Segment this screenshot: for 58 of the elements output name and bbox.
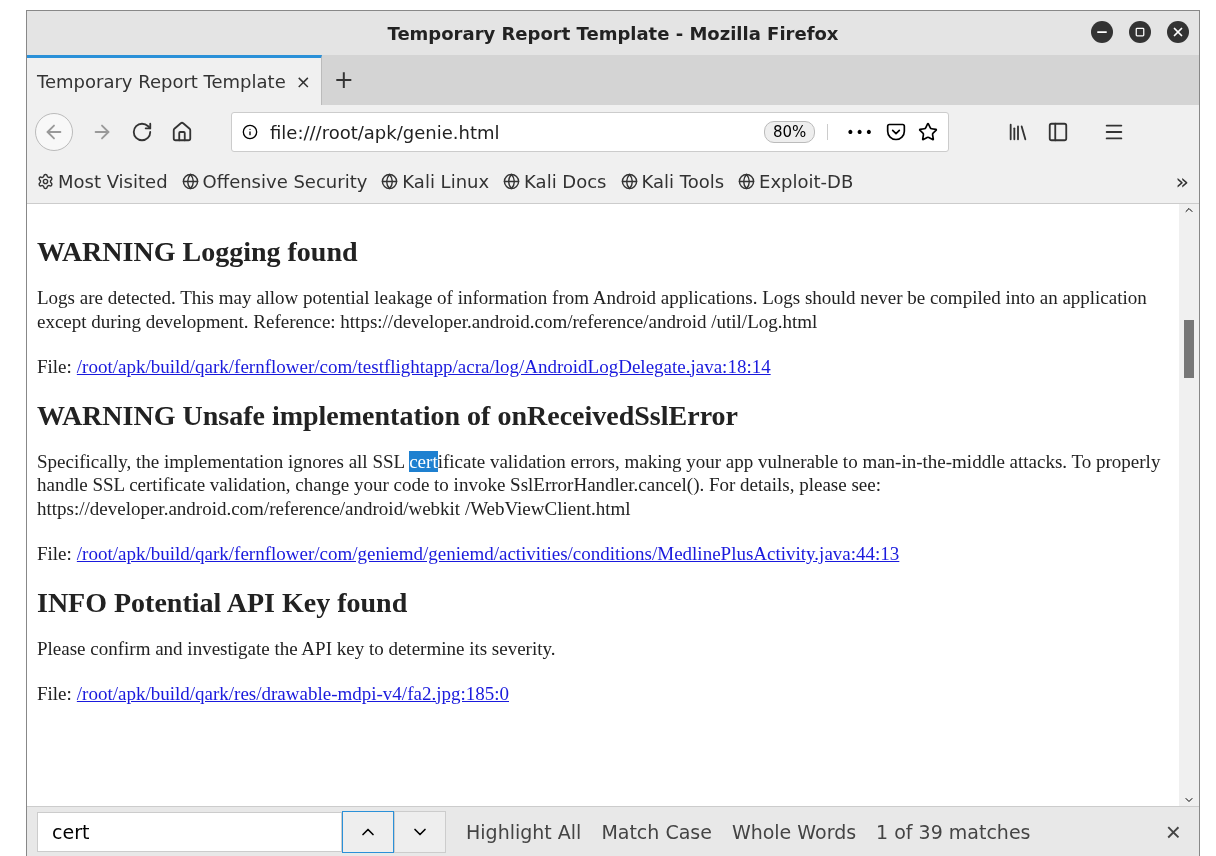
bookmark[interactable]: Most Visited: [37, 170, 168, 192]
file-link[interactable]: /root/apk/build/qark/fernflower/com/geniemd/geniemd/activities/conditions/MedlinePlusActivity.java:44:13: [76, 542, 900, 565]
match-count: 1 of 39 matches: [876, 821, 1031, 843]
home-button[interactable]: [171, 121, 193, 143]
file-link[interactable]: /root/apk/build/qark/fernflower/com/testflightapp/acra/log/AndroidLogDelegate.java:18:14: [76, 355, 771, 378]
paragraph: Logs are detected. This may allow potential leakage of information from Android applications. Logs should never be compiled into an application except during development. Reference: https://developer.android.com/reference/android /util/Log.html: [37, 286, 1148, 334]
sidebar-icon: [1047, 121, 1069, 143]
previous-match-button[interactable]: [342, 811, 394, 853]
bookmarks-overflow-button[interactable]: »: [1175, 168, 1189, 194]
star-icon[interactable]: [918, 122, 938, 142]
section-heading: WARNING Logging found: [37, 236, 359, 268]
find-option[interactable]: Match Case: [601, 821, 712, 843]
maximize-icon: [1135, 27, 1145, 37]
globe-icon: [181, 172, 199, 190]
paragraph: Please confirm and investigate the API key to determine its severity.: [37, 636, 557, 661]
gear-icon: [37, 172, 54, 190]
reload-icon: [131, 121, 153, 143]
file-label: File:: [37, 542, 72, 565]
section-heading: INFO Potential API Key found: [37, 586, 409, 619]
bookmark[interactable]: Kali Linux: [381, 170, 490, 192]
minimize-button[interactable]: [1091, 21, 1113, 43]
find-field[interactable]: cert: [37, 812, 342, 852]
library-icon: [1007, 121, 1029, 143]
file-label: File:: [37, 682, 72, 705]
library-button[interactable]: [1007, 121, 1029, 143]
zoom-level[interactable]: 80%: [763, 121, 816, 143]
home-icon: [171, 121, 193, 143]
find-option[interactable]: Highlight All: [466, 821, 582, 843]
find-option[interactable]: Whole Words: [731, 821, 857, 843]
scrollbar[interactable]: [1179, 204, 1199, 806]
more-button[interactable]: •••: [827, 124, 874, 140]
new-tab-button[interactable]: +: [321, 55, 366, 105]
pocket-icon[interactable]: [886, 122, 906, 142]
globe-icon: [381, 172, 399, 190]
info-icon: [242, 124, 258, 140]
sidebar-button[interactable]: [1047, 121, 1069, 143]
maximize-button[interactable]: [1129, 21, 1151, 43]
file-label: File:: [37, 355, 72, 378]
close-button[interactable]: [1167, 21, 1189, 43]
tab-close-button[interactable]: ×: [295, 71, 311, 92]
globe-icon: [503, 172, 521, 190]
bookmark[interactable]: Offensive Security: [181, 170, 368, 192]
section-heading: WARNING Unsafe implementation of onReceivedSslError: [37, 399, 739, 432]
window-title: Temporary Report Template - Mozilla Firefox: [387, 22, 839, 44]
bookmark[interactable]: Exploit-DB: [738, 170, 854, 192]
bookmark[interactable]: Kali Tools: [620, 170, 725, 192]
reload-button[interactable]: [131, 121, 153, 143]
tab-title: Temporary Report Template: [37, 71, 286, 92]
globe-icon: [620, 172, 638, 190]
file-link[interactable]: /root/apk/build/qark/res/drawable-mdpi-v4/fa2.jpg:185:0: [76, 682, 509, 705]
close-find-bar-button[interactable]: ×: [1157, 816, 1189, 848]
browser-tab[interactable]: Temporary Report Template ×: [27, 55, 322, 105]
bookmark[interactable]: Kali Docs: [503, 170, 607, 192]
back-button[interactable]: [35, 113, 73, 151]
scrollbar-thumb[interactable]: [1184, 320, 1194, 378]
close-icon: [1171, 25, 1185, 39]
globe-icon: [738, 172, 756, 190]
address-bar[interactable]: file:///root/apk/genie.html 80% •••: [231, 112, 949, 152]
